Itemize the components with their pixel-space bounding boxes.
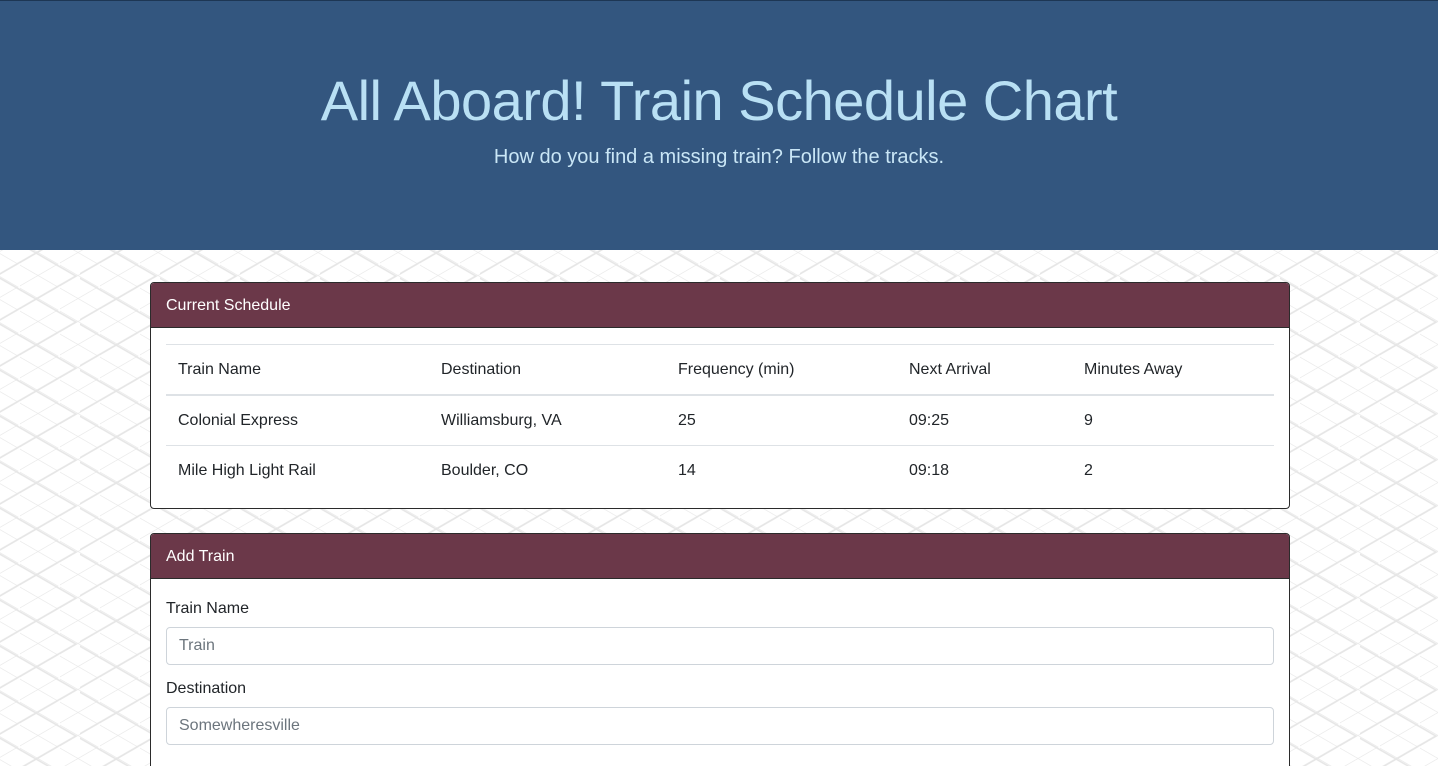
page-title: All Aboard! Train Schedule Chart: [320, 69, 1118, 132]
train-name-group: Train Name: [166, 599, 1274, 665]
column-header-frequency: Frequency (min): [666, 344, 897, 396]
add-train-form: Train Name Destination: [151, 579, 1289, 745]
page-subtitle: How do you find a missing train? Follow …: [493, 146, 945, 168]
current-schedule-body: Train Name Destination Frequency (min) N…: [151, 328, 1289, 495]
cell-destination: Williamsburg, VA: [429, 394, 666, 446]
cell-minutes-away: 2: [1072, 445, 1274, 495]
cell-frequency: 25: [666, 394, 897, 446]
destination-group: Destination: [166, 679, 1274, 745]
destination-input[interactable]: [166, 707, 1274, 745]
table-row: Mile High Light Rail Boulder, CO 14 09:1…: [166, 445, 1274, 495]
cell-destination: Boulder, CO: [429, 445, 666, 495]
train-name-label: Train Name: [166, 600, 249, 617]
cell-next-arrival: 09:18: [897, 445, 1072, 495]
table-header-row: Train Name Destination Frequency (min) N…: [166, 344, 1274, 396]
cell-train-name: Mile High Light Rail: [166, 445, 429, 495]
cell-train-name: Colonial Express: [166, 394, 429, 446]
destination-label: Destination: [166, 680, 247, 697]
cell-minutes-away: 9: [1072, 394, 1274, 446]
cell-frequency: 14: [666, 445, 897, 495]
table-row: Colonial Express Williamsburg, VA 25 09:…: [166, 394, 1274, 446]
column-header-next-arrival: Next Arrival: [897, 344, 1072, 396]
page-header: All Aboard! Train Schedule Chart How do …: [0, 0, 1438, 250]
add-train-card: Add Train Train Name Destination: [150, 533, 1290, 766]
column-header-minutes-away: Minutes Away: [1072, 344, 1274, 396]
column-header-destination: Destination: [429, 344, 666, 396]
train-name-input[interactable]: [166, 627, 1274, 665]
schedule-table: Train Name Destination Frequency (min) N…: [166, 344, 1274, 495]
cell-next-arrival: 09:25: [897, 394, 1072, 446]
add-train-heading: Add Train: [151, 534, 1289, 579]
column-header-train-name: Train Name: [166, 344, 429, 396]
current-schedule-heading: Current Schedule: [151, 283, 1289, 328]
current-schedule-card: Current Schedule Train Name Destination …: [150, 282, 1290, 509]
